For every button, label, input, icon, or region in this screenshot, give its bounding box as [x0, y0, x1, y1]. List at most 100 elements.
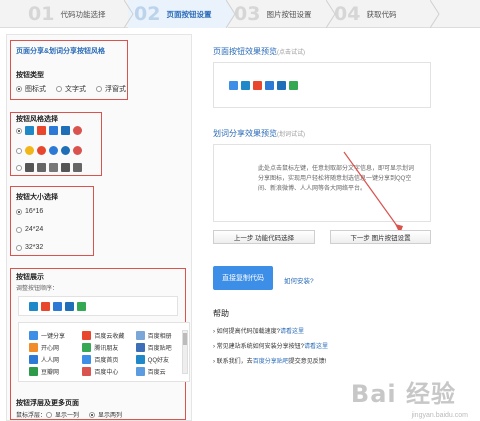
watermark: Bai 经验 — [350, 380, 456, 408]
radio-icon — [96, 86, 102, 92]
display-label: 按钮展示 — [16, 274, 44, 281]
douban-icon — [29, 366, 38, 376]
help-link[interactable]: 请看这里 — [280, 329, 304, 335]
next-step-button[interactable]: 下一步 图片按钮设置 — [330, 230, 431, 244]
style-row-1[interactable] — [16, 126, 85, 135]
list-item[interactable]: 百度中心 — [82, 366, 135, 376]
type-label: 按钮类型 — [16, 72, 44, 79]
renren-icon[interactable] — [277, 81, 286, 90]
renren-icon — [49, 126, 58, 135]
qzone-icon — [25, 163, 34, 172]
scrollbar-thumb[interactable] — [183, 333, 187, 345]
help-list: › 如何提高代码加载速度?请看这里 › 常见建站系统如何安装分享按钮?请看这里 … — [213, 326, 443, 371]
qzone-icon — [25, 126, 34, 135]
help-item: › 如何提高代码加载速度?请看这里 — [213, 329, 305, 335]
type-option-text[interactable]: 文字式 — [56, 84, 86, 94]
help-link[interactable]: 百度分享贴吧 — [253, 359, 289, 365]
list-item[interactable]: 一键分享 — [29, 330, 82, 340]
size-option-32[interactable]: 32*32 — [16, 244, 43, 251]
type-options: 图标式 文字式 浮窗式 — [16, 84, 136, 94]
radio-icon — [16, 244, 22, 251]
list-item[interactable]: 人人网 — [29, 354, 82, 364]
list-item[interactable]: 百度贴吧 — [135, 342, 189, 352]
tqq-icon[interactable] — [65, 301, 74, 311]
radio-icon — [16, 127, 22, 134]
weibo-icon[interactable] — [41, 301, 50, 311]
step-bar: 01 代码功能选择 02 页面按钮设置 03 图片按钮设置 04 获取代码 — [0, 0, 480, 28]
step-2[interactable]: 02 页面按钮设置 — [128, 0, 228, 28]
step-separator-icon — [326, 0, 336, 28]
selected-buttons-bar — [18, 296, 178, 316]
step-3[interactable]: 03 图片按钮设置 — [234, 0, 328, 28]
radio-icon — [56, 86, 62, 92]
step-number: 04 — [334, 3, 361, 25]
renren-icon[interactable] — [53, 301, 62, 311]
radio-icon — [16, 226, 22, 233]
preview-buttons — [229, 81, 301, 90]
tieba-icon — [135, 342, 145, 352]
step-number: 02 — [134, 3, 161, 25]
section-title: 页面分享&划词分享按钮风格 — [16, 48, 106, 55]
share-icon — [29, 330, 38, 340]
style-label: 按钮风格选择 — [16, 116, 58, 123]
list-item[interactable]: 百度云 — [135, 366, 189, 376]
baidu-icon — [73, 146, 82, 155]
step-label: 获取代码 — [366, 9, 397, 19]
list-row: 开心网 腾讯朋友 百度贴吧 — [29, 341, 189, 353]
list-item[interactable]: 百度云收藏 — [82, 330, 135, 340]
size-option-24[interactable]: 24*24 — [16, 226, 43, 233]
step-4[interactable]: 04 获取代码 — [334, 0, 434, 28]
star-icon — [25, 146, 34, 155]
pointer-arrow-icon — [343, 151, 403, 234]
prev-step-button[interactable]: 上一步 功能代码选择 — [213, 230, 315, 244]
plus-icon[interactable] — [229, 81, 238, 90]
list-item[interactable]: 豆瓣网 — [29, 366, 82, 376]
step-number: 01 — [28, 3, 55, 25]
weibo-icon[interactable] — [253, 81, 262, 90]
step-separator-icon — [430, 0, 440, 28]
weibo-icon — [37, 146, 46, 155]
list-item[interactable]: 百度首页 — [82, 354, 135, 364]
friends-icon[interactable] — [77, 301, 86, 311]
type-option-float[interactable]: 浮窗式 — [96, 84, 126, 94]
list-item[interactable]: 腾讯朋友 — [82, 342, 135, 352]
install-link[interactable]: 如何安装? — [284, 275, 314, 285]
friends-icon[interactable] — [289, 81, 298, 90]
radio-icon — [16, 86, 22, 92]
friends-icon — [82, 342, 92, 352]
type-option-icon[interactable]: 图标式 — [16, 84, 46, 94]
list-item[interactable]: 百度相册 — [135, 330, 189, 340]
radio-icon — [16, 147, 22, 154]
baidu-icon — [82, 366, 92, 376]
step-separator-icon — [226, 0, 236, 28]
kaixin-icon — [29, 342, 38, 352]
step-label: 图片按钮设置 — [266, 9, 312, 19]
list-item[interactable]: QQ好友 — [135, 354, 189, 364]
list-item[interactable]: 开心网 — [29, 342, 82, 352]
style-row-3[interactable] — [16, 163, 85, 172]
qzone-icon[interactable] — [29, 301, 38, 311]
renren-icon — [29, 354, 38, 364]
tqq-icon[interactable] — [265, 81, 274, 90]
list-row: 人人网 百度首页 QQ好友 — [29, 353, 189, 365]
float-option-two[interactable]: 显示两列 — [89, 410, 122, 419]
radio-icon — [46, 411, 53, 418]
step-1[interactable]: 01 代码功能选择 — [28, 0, 128, 28]
display-hint: 调整按钮顺序： — [16, 286, 59, 292]
size-option-16[interactable]: 16*16 — [16, 208, 43, 215]
list-scrollbar[interactable] — [182, 330, 188, 374]
copy-code-button[interactable]: 直接复制代码 — [213, 266, 273, 290]
qzone-icon[interactable] — [241, 81, 250, 90]
baidu-icon — [73, 126, 82, 135]
step-label: 页面按钮设置 — [166, 9, 212, 19]
watermark-url: jingyan.baidu.com — [411, 412, 468, 419]
hw-heading: 划词分享效果预览(划词试试) — [213, 129, 305, 138]
list-row: 豆瓣网 百度中心 百度云 — [29, 365, 189, 377]
help-item: › 常见建站系统如何安装分享按钮?请看这里 — [213, 344, 329, 350]
help-link[interactable]: 请看这里 — [304, 344, 328, 350]
help-item: › 联系我们，去百度分享贴吧提交意见反馈! — [213, 359, 327, 365]
size-label: 按钮大小选择 — [16, 194, 58, 201]
float-option-one[interactable]: 显示一列 — [46, 410, 79, 419]
weibo-icon — [37, 126, 46, 135]
style-row-2[interactable] — [16, 146, 85, 155]
